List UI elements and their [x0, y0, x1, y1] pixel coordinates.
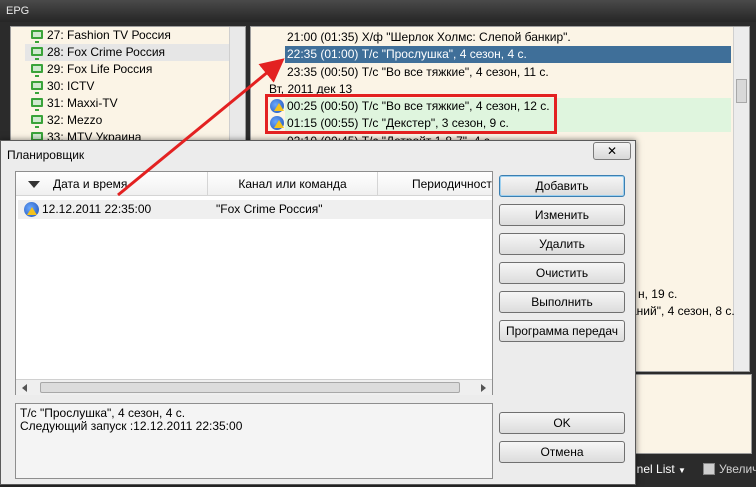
- program-row[interactable]: 23:35 (00:50) Т/с "Во все тяжкие", 4 сез…: [285, 64, 731, 81]
- scrollbar-thumb[interactable]: [40, 382, 460, 393]
- close-button[interactable]: ✕: [593, 142, 631, 160]
- task-list-header: Дата и время Канал или команда Периодичн…: [16, 172, 492, 196]
- clear-button[interactable]: Очистить: [499, 262, 625, 284]
- scheduled-record-icon: [24, 202, 39, 217]
- task-list-hscrollbar[interactable]: [16, 379, 492, 395]
- program-text: 22:35 (01:00) Т/с "Прослушка", 4 сезон, …: [287, 47, 527, 61]
- edit-button[interactable]: Изменить: [499, 204, 625, 226]
- annotation-highlight-box: [265, 94, 557, 134]
- tv-monitor-icon: [31, 98, 43, 111]
- task-channel: "Fox Crime Россия": [216, 202, 323, 216]
- close-icon: ✕: [606, 144, 618, 158]
- epg-title-bar: EPG: [0, 0, 756, 22]
- ok-button[interactable]: OK: [499, 412, 625, 434]
- planner-title: Планировщик: [7, 148, 85, 162]
- program-details-panel: [630, 374, 752, 454]
- task-row[interactable]: 12.12.2011 22:35:00 "Fox Crime Россия": [18, 200, 492, 219]
- channel-label: 27: Fashion TV Россия: [47, 28, 171, 42]
- tv-monitor-icon: [31, 30, 43, 43]
- column-header-datetime[interactable]: Дата и время: [16, 172, 208, 196]
- task-datetime: 12.12.2011 22:35:00: [42, 202, 152, 216]
- channel-label: 29: Fox Life Россия: [47, 62, 153, 76]
- column-header-periodicity[interactable]: Периодичность: [378, 172, 493, 196]
- column-label: Дата и время: [53, 177, 128, 191]
- channel-label: 28: Fox Crime Россия: [47, 45, 166, 59]
- sort-descending-icon: [28, 181, 40, 188]
- tv-monitor-icon: [31, 64, 43, 77]
- task-info-panel: Т/с "Прослушка", 4 сезон, 4 с. Следующий…: [15, 403, 493, 479]
- chevron-down-icon: ▼: [678, 466, 686, 475]
- channel-list-scrollbar[interactable]: [229, 27, 245, 155]
- add-button[interactable]: Добавить: [499, 175, 625, 197]
- channel-label: 32: Mezzo: [47, 113, 103, 127]
- arrow-right-icon[interactable]: [481, 384, 486, 392]
- zoom-label: Увелич: [719, 462, 756, 476]
- tv-monitor-icon: [31, 115, 43, 128]
- channel-item[interactable]: 32: Mezzo: [25, 112, 231, 129]
- task-list[interactable]: Дата и время Канал или команда Периодичн…: [15, 171, 493, 395]
- channel-list-dropdown[interactable]: nnel List ▼: [630, 462, 686, 476]
- channel-item[interactable]: 27: Fashion TV Россия: [25, 27, 231, 44]
- column-label: Периодичность: [412, 177, 493, 191]
- channel-item[interactable]: 29: Fox Life Россия: [25, 61, 231, 78]
- program-guide-button[interactable]: Программа передач: [499, 320, 625, 342]
- program-text-partial: н, 19 с.: [638, 287, 678, 301]
- planner-dialog: Планировщик ✕ Дата и время Канал или ком…: [0, 140, 636, 485]
- channel-list[interactable]: 27: Fashion TV Россия 28: Fox Crime Росс…: [10, 26, 246, 156]
- program-row[interactable]: 21:00 (01:35) Х/ф "Шерлок Холмс: Слепой …: [285, 29, 731, 46]
- run-button[interactable]: Выполнить: [499, 291, 625, 313]
- cancel-button[interactable]: Отмена: [499, 441, 625, 463]
- channel-label: 31: Maxxi-TV: [47, 96, 118, 110]
- tv-monitor-icon: [31, 47, 43, 60]
- column-label: Канал или команда: [238, 177, 347, 191]
- program-text-partial: аний", 4 сезон, 8 с.: [630, 304, 735, 318]
- arrow-left-icon[interactable]: [22, 384, 27, 392]
- zoom-checkbox[interactable]: [703, 463, 715, 475]
- program-row-selected[interactable]: 22:35 (01:00) Т/с "Прослушка", 4 сезон, …: [285, 46, 731, 63]
- channel-item[interactable]: 30: ICTV: [25, 78, 231, 95]
- scrollbar-thumb[interactable]: [736, 79, 747, 103]
- tv-monitor-icon: [31, 81, 43, 94]
- channel-item[interactable]: 31: Maxxi-TV: [25, 95, 231, 112]
- column-header-channel[interactable]: Канал или команда: [208, 172, 378, 196]
- info-next-run: Следующий запуск :12.12.2011 22:35:00: [20, 419, 243, 433]
- channel-list-label: nnel List: [630, 462, 675, 476]
- channel-item-selected[interactable]: 28: Fox Crime Россия: [25, 44, 231, 61]
- program-text: 23:35 (00:50) Т/с "Во все тяжкие", 4 сез…: [287, 65, 549, 79]
- delete-button[interactable]: Удалить: [499, 233, 625, 255]
- program-list-scrollbar[interactable]: [733, 27, 749, 371]
- channel-label: 30: ICTV: [47, 79, 95, 93]
- program-text: 21:00 (01:35) Х/ф "Шерлок Холмс: Слепой …: [287, 30, 571, 44]
